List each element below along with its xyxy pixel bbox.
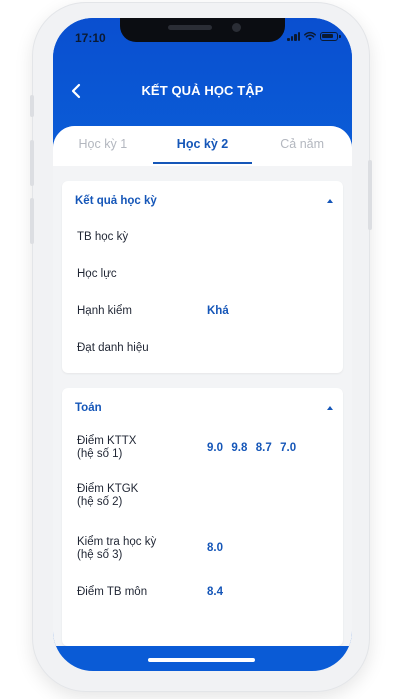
page-title: KẾT QUẢ HỌC TẬP — [141, 83, 264, 98]
phone-side-button-left — [30, 140, 34, 186]
row-value: 8.0 — [207, 542, 223, 554]
row-label: Kiểm tra học kỳ — [77, 536, 157, 548]
status-icons — [287, 31, 341, 41]
signal-icon — [287, 31, 300, 41]
tab-semester-1[interactable]: Học kỳ 1 — [53, 126, 153, 166]
row-value: 9.0 9.8 8.7 7.0 — [207, 442, 297, 454]
caret-up-icon — [327, 406, 333, 410]
card-title: Kết quả học kỳ — [75, 195, 157, 207]
tab-semester-2[interactable]: Học kỳ 2 — [152, 126, 253, 166]
status-bar: 17:10 — [53, 18, 352, 56]
subject-card-math: Toán Điểm KTTX (hệ số 1) 9.0 9.8 8.7 7.0… — [62, 388, 343, 646]
row-label: Điểm KTTX — [77, 435, 137, 447]
row-sublabel: (hệ số 2) — [77, 496, 123, 508]
row-value: 8.4 — [207, 586, 223, 598]
row-label: TB học kỳ — [77, 231, 129, 243]
status-time: 17:10 — [75, 31, 106, 45]
nav-bar: KẾT QUẢ HỌC TẬP — [53, 76, 352, 106]
home-indicator[interactable] — [148, 658, 255, 662]
notch — [120, 18, 285, 42]
speaker — [168, 25, 212, 30]
semester-result-card: Kết quả học kỳ TB học kỳ Học lực Hạnh ki… — [62, 181, 343, 373]
camera — [232, 23, 241, 32]
phone-side-button-right — [368, 160, 372, 230]
row-value: Khá — [207, 305, 229, 317]
card-title: Toán — [75, 402, 102, 414]
phone-side-button-left — [30, 198, 34, 244]
row-label: Học lực — [77, 268, 117, 280]
caret-up-icon — [327, 199, 333, 203]
row-label: Hạnh kiểm — [77, 305, 132, 317]
tab-full-year[interactable]: Cả năm — [252, 126, 352, 166]
phone-screen: 17:10 KẾT QUẢ HỌC TẬP Học kỳ 1 Học kỳ 2 … — [53, 18, 352, 671]
row-label: Điểm KTGK — [77, 483, 139, 495]
wifi-icon — [304, 31, 316, 41]
battery-icon — [320, 31, 341, 41]
semester-result-header[interactable]: Kết quả học kỳ — [62, 181, 343, 221]
row-label: Điểm TB môn — [77, 586, 148, 598]
row-sublabel: (hệ số 3) — [77, 549, 123, 561]
subject-card-header[interactable]: Toán — [62, 388, 343, 428]
semester-tabs: Học kỳ 1 Học kỳ 2 Cả năm — [53, 126, 352, 166]
row-label: Đạt danh hiệu — [77, 342, 149, 354]
content-area: Học kỳ 1 Học kỳ 2 Cả năm Kết quả học kỳ … — [53, 126, 352, 646]
row-sublabel: (hệ số 1) — [77, 448, 123, 460]
phone-side-button-left — [30, 95, 34, 117]
